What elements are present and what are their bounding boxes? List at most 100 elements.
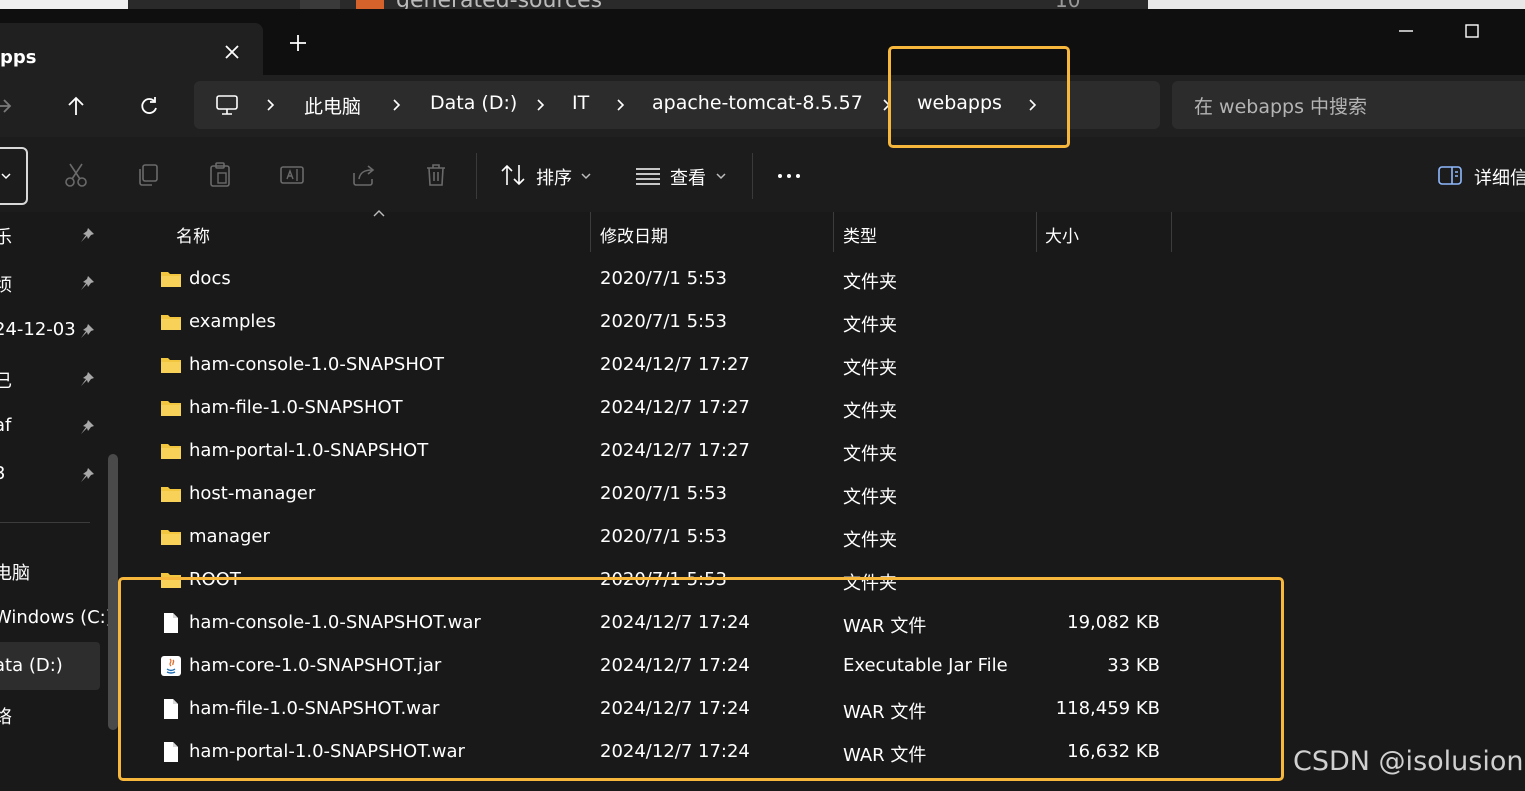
chevron-down-icon	[1, 173, 11, 180]
sidebar-item-c-drive[interactable]: Windows (C:)	[0, 607, 113, 628]
folder-icon	[160, 354, 182, 376]
file-row[interactable]: manager 2020/7/1 5:53 文件夹	[128, 516, 1525, 559]
pin-icon[interactable]	[78, 226, 96, 244]
file-row[interactable]: docs 2020/7/1 5:53 文件夹	[128, 258, 1525, 301]
breadcrumb-tomcat[interactable]: apache-tomcat-8.5.57	[652, 92, 863, 114]
background-window-text: generated-sources	[396, 0, 602, 9]
sidebar-item-network[interactable]: 络	[0, 703, 12, 729]
file-type: 文件夹	[843, 315, 897, 336]
details-button[interactable]: 详细信	[1474, 164, 1525, 190]
rename-icon[interactable]	[278, 161, 306, 189]
file-name: ham-portal-1.0-SNAPSHOT	[189, 440, 429, 461]
quick-access-item[interactable]: 乐	[0, 223, 12, 249]
file-type: 文件夹	[843, 530, 897, 551]
column-divider[interactable]	[1036, 212, 1037, 252]
navigation-pane: 乐 顷 24-12-03 已 af 3 电脑 Windows (C:) ata …	[0, 212, 128, 791]
file-date: 2020/7/1 5:53	[600, 526, 727, 547]
folder-icon	[160, 311, 182, 333]
highlight-box-files	[118, 577, 1284, 781]
share-icon[interactable]	[350, 161, 378, 189]
details-pane-icon[interactable]	[1437, 161, 1465, 189]
file-row[interactable]: ham-console-1.0-SNAPSHOT 2024/12/7 17:27 文…	[128, 344, 1525, 387]
file-row[interactable]: ham-portal-1.0-SNAPSHOT 2024/12/7 17:27 文件…	[128, 430, 1525, 473]
column-divider[interactable]	[833, 212, 834, 252]
folder-icon	[160, 397, 182, 419]
cut-icon[interactable]	[62, 161, 90, 189]
pin-icon[interactable]	[78, 370, 96, 388]
command-toolbar: 排序 查看 详细信	[0, 137, 1525, 213]
chevron-right-icon[interactable]	[614, 94, 628, 116]
sort-button[interactable]: 排序	[536, 164, 572, 190]
refresh-icon[interactable]	[137, 91, 161, 121]
view-button[interactable]: 查看	[670, 164, 706, 190]
breadcrumb-data-drive[interactable]: Data (D:)	[430, 92, 517, 114]
more-options-icon[interactable]	[776, 161, 804, 189]
explorer-tab[interactable]: pps	[0, 23, 263, 75]
computer-icon	[216, 95, 238, 115]
chevron-right-icon[interactable]	[534, 94, 548, 116]
sidebar-scrollbar[interactable]	[108, 454, 118, 730]
file-type: 文件夹	[843, 272, 897, 293]
file-name: examples	[189, 311, 276, 332]
chevron-right-icon[interactable]	[264, 94, 278, 116]
background-window-area-right	[1148, 0, 1525, 9]
folder-icon	[160, 440, 182, 462]
column-header-type[interactable]: 类型	[843, 222, 877, 247]
file-type: 文件夹	[843, 487, 897, 508]
column-header-name[interactable]: 名称	[176, 222, 210, 247]
pin-icon[interactable]	[78, 322, 96, 340]
background-tab	[300, 0, 340, 9]
minimize-icon[interactable]	[1394, 19, 1418, 43]
quick-access-item[interactable]: 3	[0, 463, 5, 484]
file-row[interactable]: examples 2020/7/1 5:53 文件夹	[128, 301, 1525, 344]
folder-icon	[160, 268, 182, 290]
chevron-down-icon	[716, 173, 726, 180]
new-item-button[interactable]	[0, 147, 28, 205]
pin-icon[interactable]	[78, 418, 96, 436]
sort-icon[interactable]	[499, 161, 527, 189]
close-icon[interactable]	[221, 41, 243, 63]
chevron-right-icon[interactable]	[390, 94, 404, 116]
file-row[interactable]: host-manager 2020/7/1 5:53 文件夹	[128, 473, 1525, 516]
background-window-strip: generated-sources 10	[0, 0, 1525, 9]
quick-access-item[interactable]: 已	[0, 367, 12, 393]
pin-icon[interactable]	[78, 274, 96, 292]
file-date: 2024/12/7 17:27	[600, 440, 750, 461]
search-input[interactable]: 在 webapps 中搜索	[1172, 81, 1525, 129]
file-name: ham-file-1.0-SNAPSHOT	[189, 397, 403, 418]
quick-access-item[interactable]: 24-12-03	[0, 319, 76, 340]
up-arrow-icon[interactable]	[64, 91, 88, 121]
file-type: 文件夹	[843, 358, 897, 379]
watermark: CSDN @isolusion	[1293, 746, 1524, 777]
file-type: 文件夹	[843, 444, 897, 465]
sidebar-item-d-drive[interactable]: ata (D:)	[0, 655, 63, 676]
file-name: ham-console-1.0-SNAPSHOT	[189, 354, 445, 375]
delete-icon[interactable]	[422, 161, 450, 189]
view-icon[interactable]	[634, 161, 662, 189]
new-tab-icon[interactable]	[286, 31, 310, 55]
chevron-down-icon	[581, 173, 591, 180]
background-window-area	[0, 0, 128, 9]
breadcrumb-it[interactable]: IT	[572, 92, 589, 114]
maximize-icon[interactable]	[1460, 19, 1484, 43]
file-row[interactable]: ham-file-1.0-SNAPSHOT 2024/12/7 17:27 文件夹	[128, 387, 1525, 430]
file-type: 文件夹	[843, 401, 897, 422]
sidebar-item-this-pc[interactable]: 电脑	[0, 559, 30, 585]
column-divider[interactable]	[590, 212, 591, 252]
copy-icon[interactable]	[134, 161, 162, 189]
quick-access-item[interactable]: af	[0, 415, 11, 436]
column-header-size[interactable]: 大小	[1045, 222, 1079, 247]
column-header-date[interactable]: 修改日期	[600, 222, 668, 247]
search-placeholder: 在 webapps 中搜索	[1194, 96, 1368, 118]
paste-icon[interactable]	[206, 161, 234, 189]
folder-icon	[160, 483, 182, 505]
breadcrumb-this-pc[interactable]: 此电脑	[304, 92, 361, 119]
forward-arrow-icon[interactable]	[0, 91, 18, 121]
quick-access-item[interactable]: 顷	[0, 271, 12, 297]
tab-title: pps	[0, 47, 37, 68]
title-bar: pps	[0, 9, 1525, 75]
file-name: host-manager	[189, 483, 316, 504]
column-divider[interactable]	[1171, 212, 1172, 252]
pin-icon[interactable]	[78, 466, 96, 484]
toolbar-divider	[752, 153, 753, 199]
